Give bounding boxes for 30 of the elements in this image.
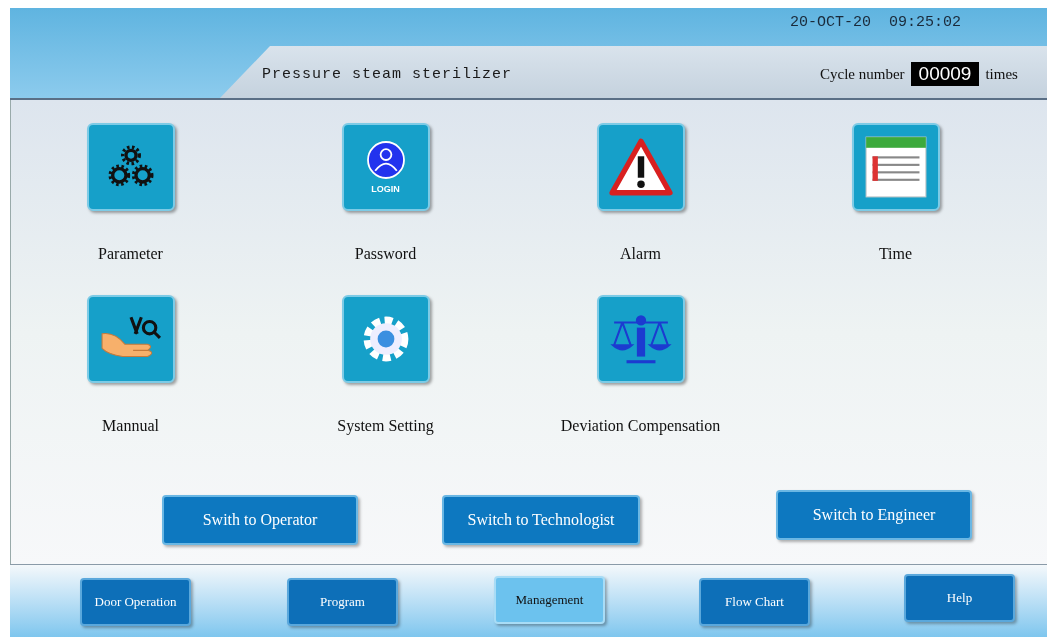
cycle-unit: times (985, 64, 1018, 84)
menu-label: Password (353, 244, 418, 264)
nav-tab[interactable]: Flow Chart (699, 578, 810, 626)
menu-tile[interactable] (341, 295, 430, 383)
nav-tab[interactable]: Program (287, 578, 398, 626)
window-title: Pressure steam sterilizer (262, 65, 513, 85)
menu-tile[interactable] (86, 123, 175, 211)
switch-role-button[interactable]: Switch to Technologist (442, 495, 640, 545)
menu-label: Time (877, 244, 914, 264)
warning-icon (607, 137, 674, 197)
nav-tab[interactable]: Management (494, 576, 605, 624)
cycle-label: Cycle number (820, 64, 905, 84)
menu-label: Parameter (97, 244, 164, 264)
calendar-icon (863, 135, 928, 199)
cycle-counter: 00009 (910, 62, 980, 86)
menu-tile[interactable] (851, 123, 940, 211)
menu-label: Deviation Compensation (560, 416, 721, 437)
login-caption: LOGIN (371, 183, 400, 195)
menu-label: Mannual (101, 416, 160, 436)
menu-tile[interactable] (596, 295, 685, 383)
nav-tab[interactable]: Door Operation (80, 578, 191, 626)
date-time: 20-OCT-20 09:25:02 (790, 13, 962, 33)
menu-label: Alarm (619, 244, 662, 264)
menu-label: System Setting (336, 416, 435, 437)
switch-role-button[interactable]: Swith to Operator (162, 495, 358, 545)
menu-tile[interactable]: LOGIN (341, 123, 430, 211)
menu-tile[interactable] (596, 123, 685, 211)
nav-tab[interactable]: Help (904, 574, 1015, 622)
switch-role-button[interactable]: Switch to Engineer (776, 490, 972, 540)
menu-tile[interactable] (86, 295, 175, 383)
